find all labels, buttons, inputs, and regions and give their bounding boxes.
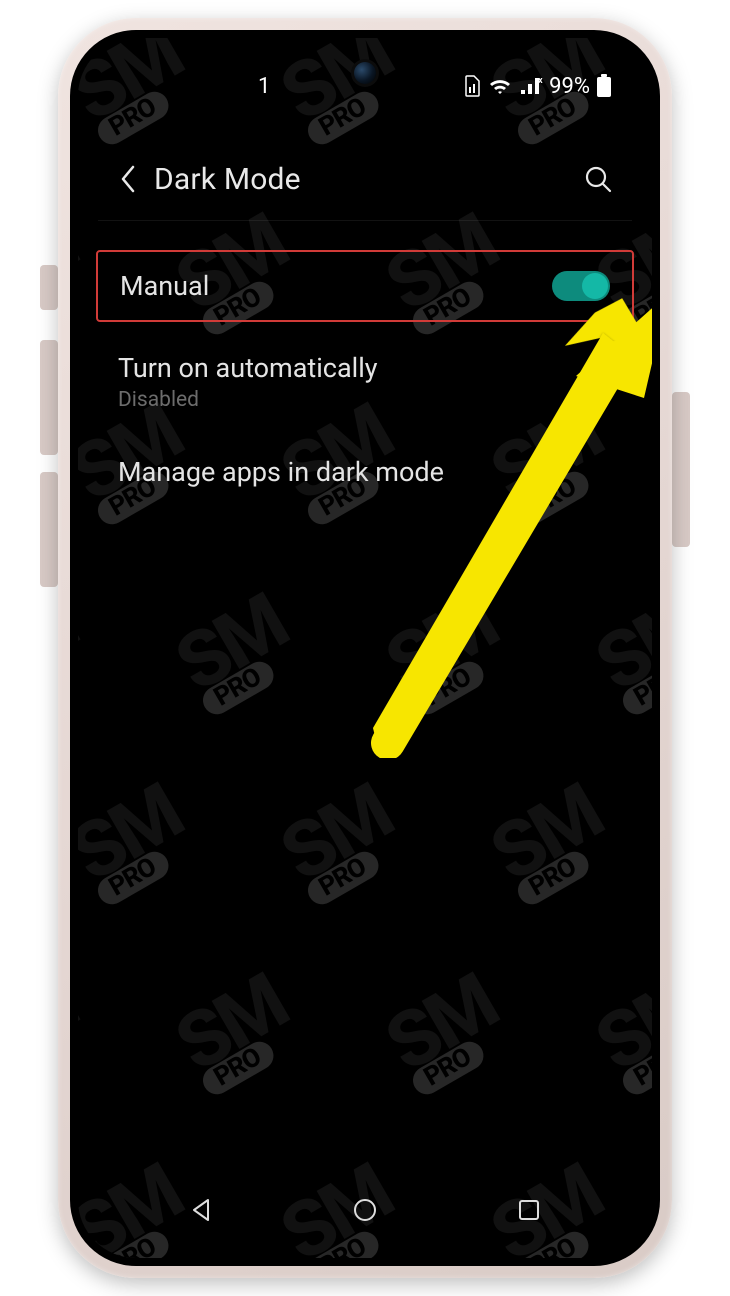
watermark: SMPRO [377, 967, 518, 1102]
system-nav-bar [78, 1180, 652, 1240]
screen: // will be populated below after data pa… [78, 38, 652, 1258]
watermark: SMPRO [587, 967, 652, 1102]
wifi-icon [487, 76, 513, 96]
nav-recents-button[interactable] [489, 1185, 569, 1235]
setting-auto-sub: Disabled [118, 388, 612, 412]
triangle-back-icon [188, 1196, 216, 1224]
battery-icon [596, 74, 612, 98]
phone-frame: // will be populated below after data pa… [58, 18, 672, 1278]
square-recents-icon [515, 1196, 543, 1224]
page-title: Dark Mode [154, 162, 301, 197]
watermark: SMPRO [272, 777, 413, 912]
setting-manual[interactable]: Manual [96, 250, 634, 322]
status-bar: 1 x 99% [78, 66, 652, 106]
setting-manage-apps[interactable]: Manage apps in dark mode [78, 434, 652, 510]
chevron-left-icon [119, 164, 137, 194]
watermark: SMPRO [78, 777, 203, 912]
watermark: SMPRO [377, 587, 518, 722]
svg-text:x: x [538, 76, 543, 86]
nav-home-button[interactable] [325, 1185, 405, 1235]
search-button[interactable] [574, 155, 622, 203]
circle-home-icon [351, 1196, 379, 1224]
header-divider [98, 220, 632, 221]
setting-auto-label: Turn on automatically [118, 352, 612, 384]
signal-icon: x [519, 76, 543, 96]
watermark: SMPRO [78, 967, 98, 1102]
status-notification-count: 1 [258, 74, 270, 99]
watermark: SMPRO [482, 777, 623, 912]
sim-icon [463, 75, 481, 97]
watermark: SMPRO [167, 967, 308, 1102]
search-icon [583, 164, 613, 194]
setting-manage-apps-label: Manage apps in dark mode [118, 456, 612, 488]
watermark: SMPRO [167, 587, 308, 722]
setting-manual-label: Manual [120, 270, 610, 302]
watermark: SMPRO [587, 587, 652, 722]
app-header: Dark Mode [78, 146, 652, 212]
nav-back-button[interactable] [162, 1185, 242, 1235]
back-button[interactable] [108, 159, 148, 199]
watermark: SMPRO [78, 587, 98, 722]
manual-toggle[interactable] [552, 271, 610, 301]
battery-percent-label: 99% [549, 74, 590, 99]
setting-auto[interactable]: Turn on automatically Disabled [78, 330, 652, 434]
